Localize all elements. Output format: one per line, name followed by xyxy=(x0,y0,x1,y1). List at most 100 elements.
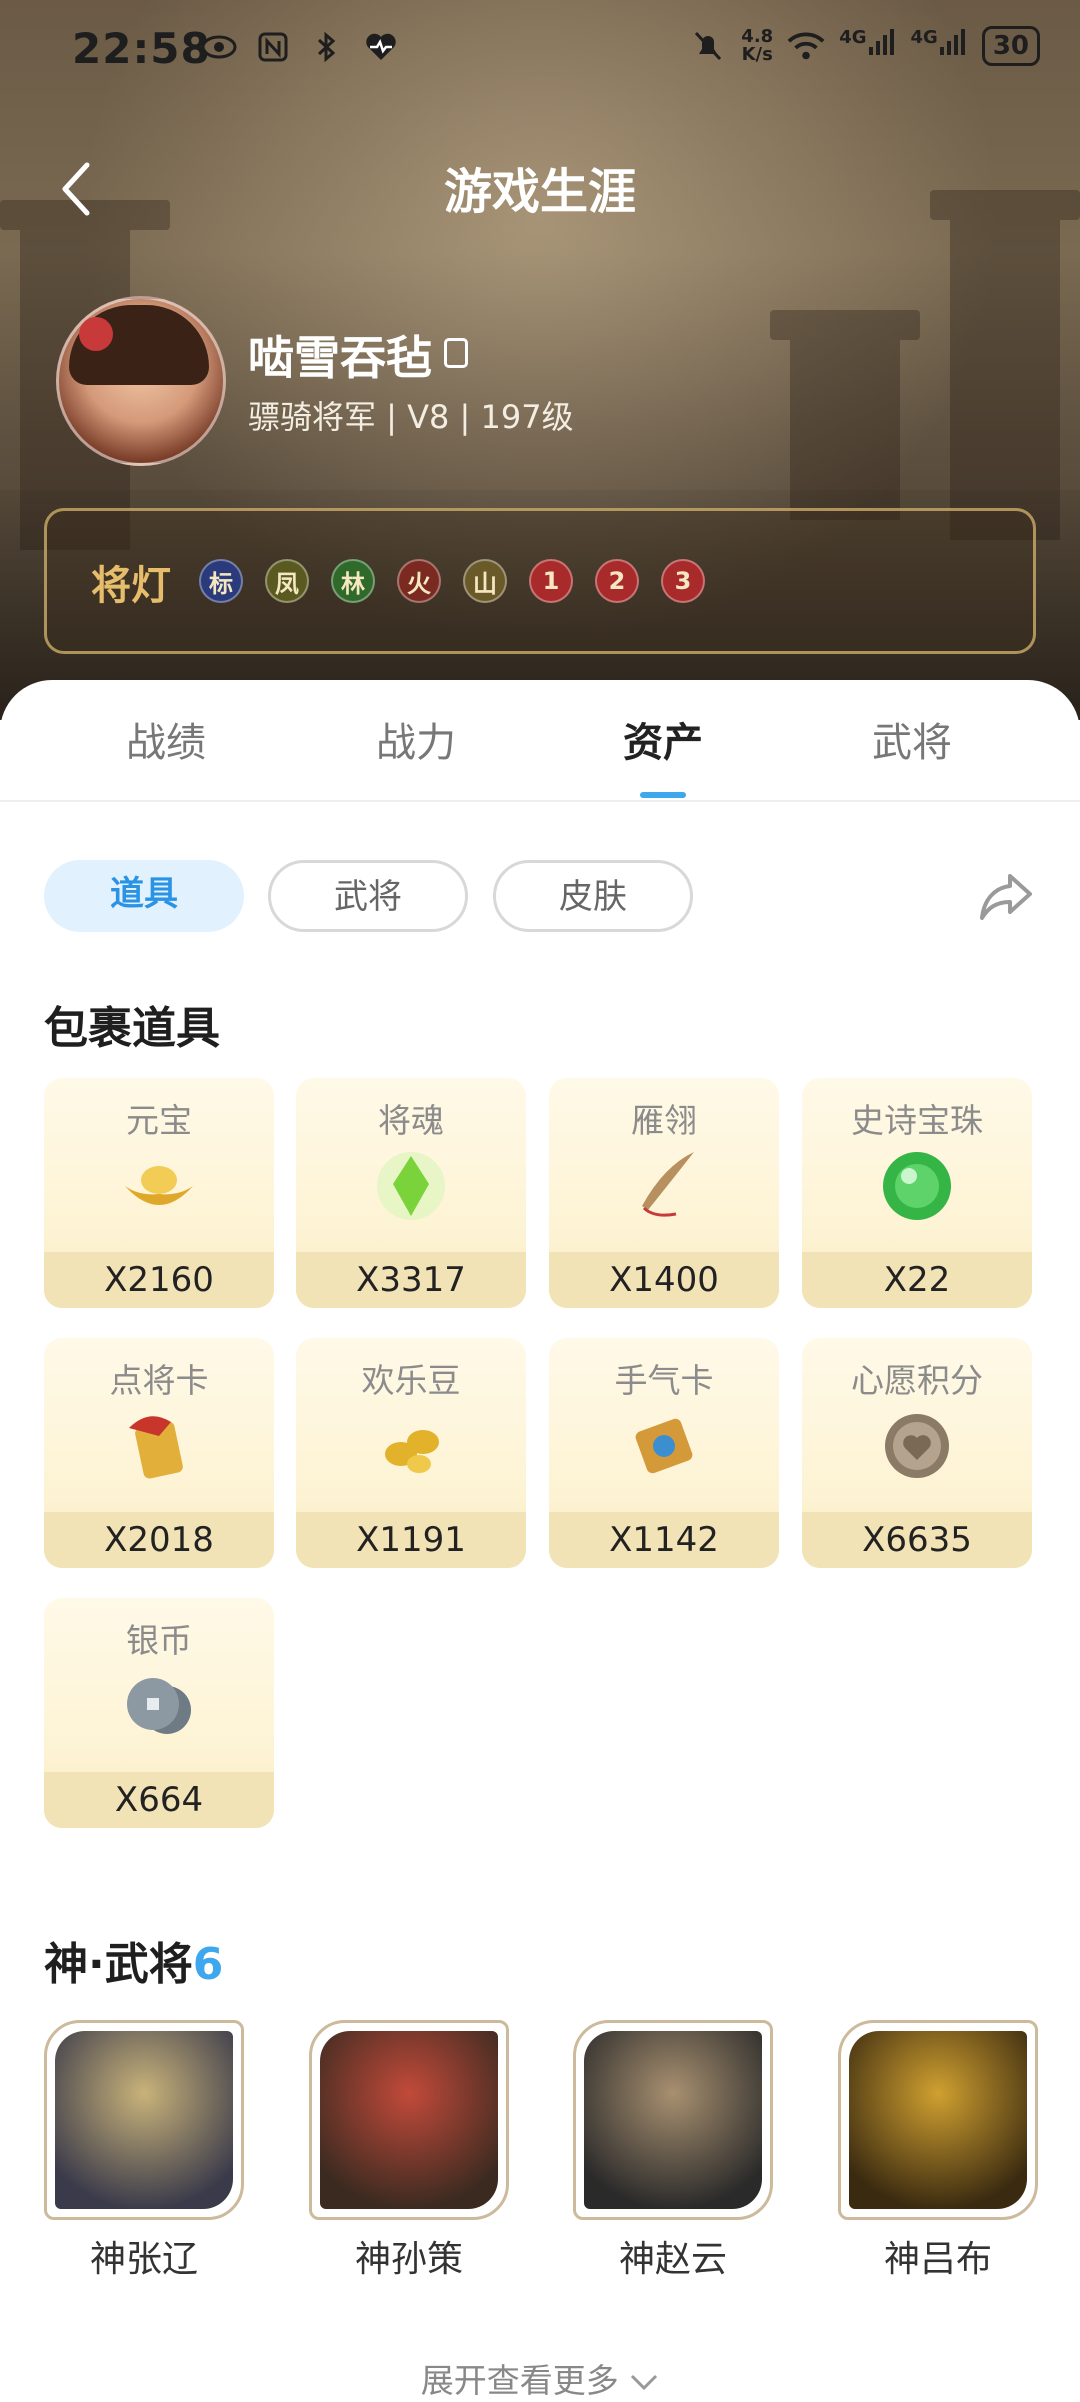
signal-4g-2: 4G xyxy=(911,27,968,65)
wifi-icon xyxy=(787,27,825,65)
mute-bell-icon xyxy=(689,27,727,65)
bag-item-name: 手气卡 xyxy=(614,1361,714,1400)
god-generals-title: 神·武将6 xyxy=(44,1928,223,1992)
god-general-image xyxy=(55,2031,233,2209)
lamp-label: 将灯 xyxy=(91,563,171,609)
bag-item-quantity: X1191 xyxy=(296,1512,526,1568)
bag-item-name: 将魂 xyxy=(378,1101,444,1140)
lamp-badge: 山 xyxy=(463,559,507,603)
lamp-list: 标凤林火山123 xyxy=(199,559,705,603)
tab-bar: 战绩 战力 资产 武将 xyxy=(0,680,1080,802)
bag-item-card[interactable]: 将魂 X3317 xyxy=(296,1078,526,1308)
god-generals-count: 6 xyxy=(192,1939,224,1990)
beans-icon xyxy=(371,1406,451,1486)
profile-doc-icon[interactable] xyxy=(444,338,468,368)
god-general-name: 神吕布 xyxy=(883,2239,992,2280)
god-general-portrait[interactable] xyxy=(838,2020,1038,2220)
god-general-image xyxy=(320,2031,498,2209)
heart-coin-icon xyxy=(877,1406,957,1486)
chip-items[interactable]: 道具 xyxy=(44,860,244,932)
battery-indicator: 30 xyxy=(981,26,1040,66)
network-speed: 4.8 K/s xyxy=(741,28,773,64)
share-icon[interactable] xyxy=(976,866,1036,926)
username: 啮雪吞毡 xyxy=(248,331,432,385)
tower-roof xyxy=(770,310,920,340)
bag-item-name: 心愿积分 xyxy=(851,1361,983,1400)
bag-item-quantity: X3317 xyxy=(296,1252,526,1308)
lamp-badge: 1 xyxy=(529,559,573,603)
bag-item-quantity: X1142 xyxy=(549,1512,779,1568)
bag-item-quantity: X6635 xyxy=(802,1512,1032,1568)
chip-generals[interactable]: 武将 xyxy=(268,860,468,932)
bag-item-quantity: X22 xyxy=(802,1252,1032,1308)
bag-item-card[interactable]: 手气卡 X1142 xyxy=(549,1338,779,1568)
page-title: 游戏生涯 xyxy=(443,164,636,220)
tab-record[interactable]: 战绩 xyxy=(66,710,266,768)
gold-ingot-icon xyxy=(119,1146,199,1226)
general-lamp-panel[interactable]: 将灯 标凤林火山123 xyxy=(44,508,1036,654)
bag-item-card[interactable]: 元宝 X2160 xyxy=(44,1078,274,1308)
lamp-badge: 凤 xyxy=(265,559,309,603)
status-icons-right: 4.8 K/s 4G 4G 30 xyxy=(689,26,1040,66)
silver-coin-icon xyxy=(119,1666,199,1746)
avatar-flower xyxy=(79,317,113,351)
heart-pulse-icon xyxy=(362,28,400,66)
god-general-portrait[interactable] xyxy=(44,2020,244,2220)
god-general-portrait[interactable] xyxy=(309,2020,509,2220)
speed-unit: K/s xyxy=(741,44,773,65)
expand-more-button[interactable]: 展开查看更多 xyxy=(0,2354,1080,2402)
network-type-2: 4G xyxy=(910,27,938,48)
bag-item-quantity: X1400 xyxy=(549,1252,779,1308)
god-general-portrait[interactable] xyxy=(573,2020,773,2220)
network-type-1: 4G xyxy=(839,27,867,48)
god-generals-label: 神·武将 xyxy=(44,1939,193,1990)
eye-icon xyxy=(200,28,238,66)
bag-item-quantity: X2018 xyxy=(44,1512,274,1568)
chip-skins[interactable]: 皮肤 xyxy=(493,860,693,932)
bag-item-card[interactable]: 雁翎 X1400 xyxy=(549,1078,779,1308)
status-time: 22:58 xyxy=(72,24,211,73)
tab-indicator xyxy=(640,792,686,798)
bag-item-card[interactable]: 点将卡 X2018 xyxy=(44,1338,274,1568)
status-icons-left xyxy=(200,28,400,66)
bag-item-name: 银币 xyxy=(126,1621,192,1660)
feather-icon xyxy=(624,1146,704,1226)
lamp-badge: 林 xyxy=(331,559,375,603)
god-general-image xyxy=(849,2031,1027,2209)
nfc-icon xyxy=(254,28,292,66)
bag-item-name: 元宝 xyxy=(126,1101,192,1140)
lamp-badge: 标 xyxy=(199,559,243,603)
lamp-badge: 3 xyxy=(661,559,705,603)
green-orb-icon xyxy=(877,1146,957,1226)
god-general-image xyxy=(584,2031,762,2209)
tab-assets[interactable]: 资产 xyxy=(563,710,763,768)
bag-item-name: 史诗宝珠 xyxy=(851,1101,983,1140)
bag-item-card[interactable]: 心愿积分 X6635 xyxy=(802,1338,1032,1568)
tab-generals[interactable]: 武将 xyxy=(812,710,1012,768)
god-general-name: 神张辽 xyxy=(89,2239,198,2280)
bag-item-card[interactable]: 欢乐豆 X1191 xyxy=(296,1338,526,1568)
bag-item-quantity: X664 xyxy=(44,1772,274,1828)
general-card-icon xyxy=(119,1406,199,1486)
signal-bars-icon xyxy=(868,29,894,55)
bag-item-name: 雁翎 xyxy=(631,1101,697,1140)
tab-power[interactable]: 战力 xyxy=(316,710,516,768)
bag-item-name: 欢乐豆 xyxy=(361,1361,461,1400)
lamp-badge: 2 xyxy=(595,559,639,603)
bluetooth-icon xyxy=(308,28,346,66)
luck-card-icon xyxy=(624,1406,704,1486)
avatar[interactable] xyxy=(56,296,226,466)
bag-item-quantity: X2160 xyxy=(44,1252,274,1308)
god-general-name: 神赵云 xyxy=(618,2239,727,2280)
god-general-name: 神孙策 xyxy=(354,2239,463,2280)
status-bar: 22:58 4.8 K/s 4G 4G 30 xyxy=(0,0,1080,100)
chevron-down-icon xyxy=(631,2374,658,2391)
bag-item-card[interactable]: 史诗宝珠 X22 xyxy=(802,1078,1032,1308)
user-rank-info: 骠骑将军 | V8 | 197级 xyxy=(248,398,574,436)
bag-section-title: 包裹道具 xyxy=(44,1003,220,1054)
signal-bars-icon xyxy=(939,29,965,55)
bag-item-name: 点将卡 xyxy=(109,1361,209,1400)
signal-4g-1: 4G xyxy=(839,27,896,65)
bag-item-card[interactable]: 银币 X664 xyxy=(44,1598,274,1828)
expand-more-label: 展开查看更多 xyxy=(420,2361,619,2400)
